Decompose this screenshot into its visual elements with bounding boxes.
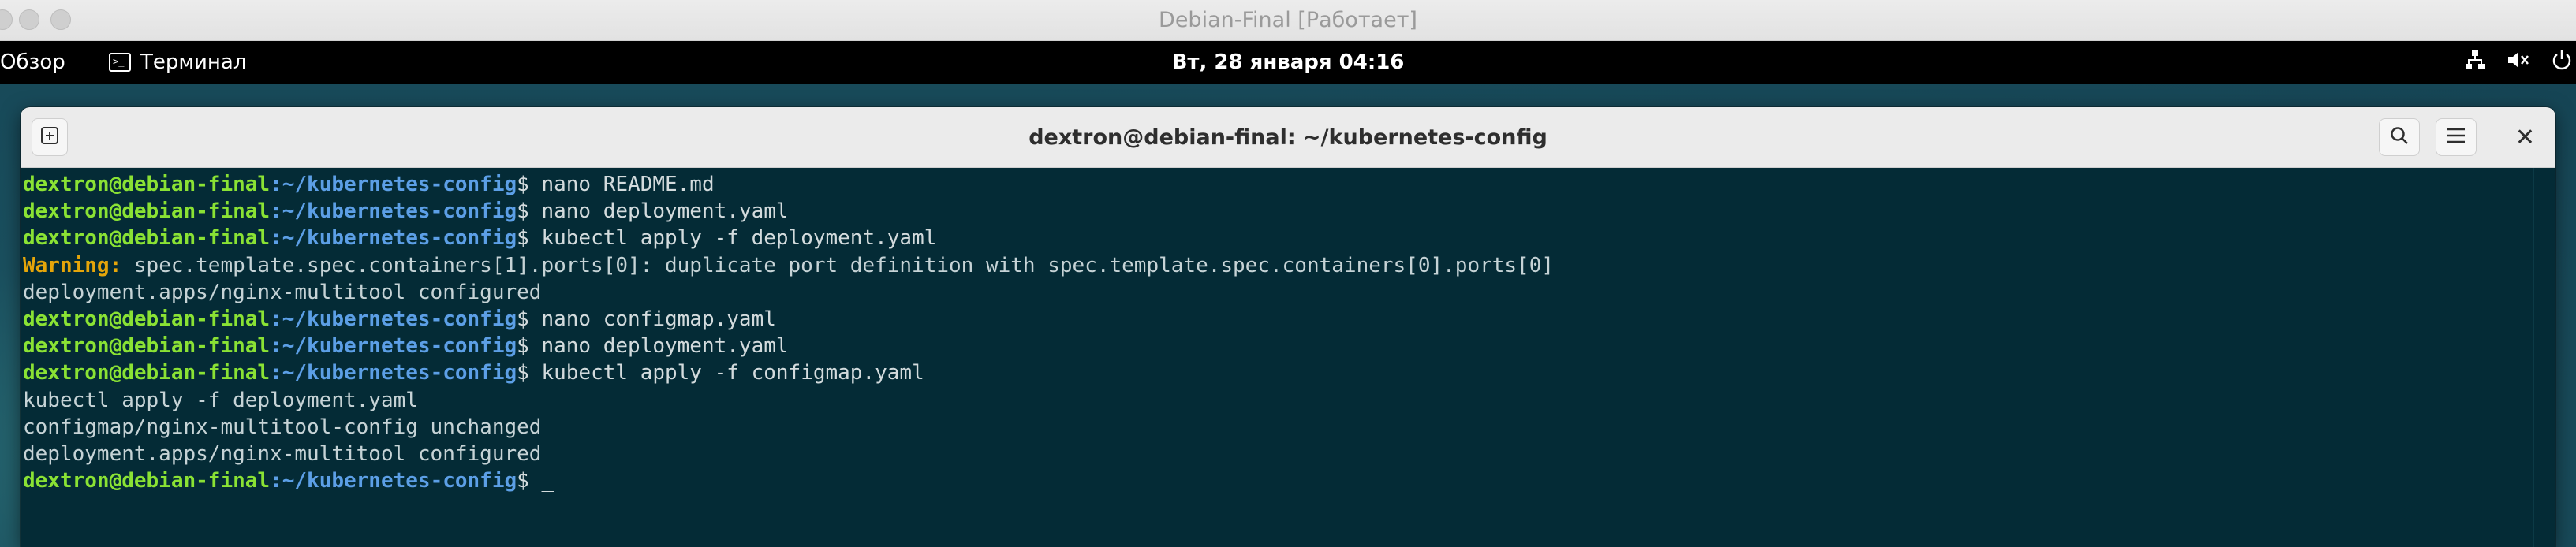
system-tray[interactable] xyxy=(2464,41,2576,84)
terminal-line: dextron@debian-final:~/kubernetes-config… xyxy=(23,333,2533,359)
gnome-top-bar: Обзор >_ Терминал Вт, 28 января 04:16 xyxy=(0,41,2576,84)
prompt-user-host: dextron@debian-final xyxy=(23,307,271,331)
prompt-path: :~/kubernetes-config xyxy=(270,361,517,385)
output-text: configmap/nginx-multitool-config unchang… xyxy=(23,415,542,439)
terminal-line: kubectl apply -f deployment.yaml xyxy=(23,387,2533,414)
warning-label: Warning: xyxy=(23,253,122,277)
power-icon[interactable] xyxy=(2551,49,2573,76)
terminal-line: dextron@debian-final:~/kubernetes-config… xyxy=(23,467,2533,494)
prompt-symbol: $ xyxy=(517,226,542,251)
hamburger-menu-icon xyxy=(2446,127,2466,147)
command-text: nano configmap.yaml xyxy=(541,307,776,331)
terminal-line: dextron@debian-final:~/kubernetes-config… xyxy=(23,171,2533,198)
prompt-user-host: dextron@debian-final xyxy=(23,173,271,196)
prompt-user-host: dextron@debian-final xyxy=(23,469,271,493)
terminal-line: deployment.apps/nginx-multitool configur… xyxy=(23,441,2533,467)
terminal-output[interactable]: dextron@debian-final:~/kubernetes-config… xyxy=(21,168,2533,547)
close-icon: ✕ xyxy=(2514,124,2535,151)
volume-muted-icon[interactable] xyxy=(2507,49,2530,76)
prompt-user-host: dextron@debian-final xyxy=(23,226,271,251)
text-cursor: _ xyxy=(541,469,554,493)
command-text: kubectl apply -f configmap.yaml xyxy=(541,361,924,385)
terminal-line: Warning: spec.template.spec.containers[1… xyxy=(23,252,2533,279)
terminal-line: dextron@debian-final:~/kubernetes-config… xyxy=(23,306,2533,333)
close-button[interactable]: ✕ xyxy=(2515,107,2535,168)
terminal-line: deployment.apps/nginx-multitool configur… xyxy=(23,279,2533,306)
prompt-symbol: $ xyxy=(517,361,542,385)
terminal-line: dextron@debian-final:~/kubernetes-config… xyxy=(23,198,2533,225)
prompt-symbol: $ xyxy=(517,307,542,331)
command-text: kubectl apply -f deployment.yaml xyxy=(541,226,937,251)
output-text: deployment.apps/nginx-multitool configur… xyxy=(23,441,542,466)
search-button[interactable] xyxy=(2379,118,2420,156)
output-text: kubectl apply -f deployment.yaml xyxy=(23,388,418,412)
clock-button[interactable]: Вт, 28 января 04:16 xyxy=(0,41,2576,84)
prompt-path: :~/kubernetes-config xyxy=(270,307,517,331)
menu-button[interactable] xyxy=(2436,118,2477,156)
command-text: nano deployment.yaml xyxy=(541,334,789,359)
prompt-symbol: $ xyxy=(517,469,542,493)
prompt-user-host: dextron@debian-final xyxy=(23,361,271,385)
terminal-line: configmap/nginx-multitool-config unchang… xyxy=(23,414,2533,441)
prompt-symbol: $ xyxy=(517,199,542,224)
prompt-symbol: $ xyxy=(517,173,542,196)
prompt-path: :~/kubernetes-config xyxy=(270,469,517,493)
network-icon[interactable] xyxy=(2464,49,2486,76)
output-text: deployment.apps/nginx-multitool configur… xyxy=(23,280,542,304)
terminal-window: dextron@debian-final: ~/kubernetes-confi… xyxy=(21,107,2555,547)
terminal-line: dextron@debian-final:~/kubernetes-config… xyxy=(23,225,2533,251)
command-text: nano README.md xyxy=(541,173,715,196)
command-text: nano deployment.yaml xyxy=(541,199,789,224)
host-window-title: Debian-Final [Работает] xyxy=(1159,8,1417,32)
prompt-symbol: $ xyxy=(517,334,542,359)
warning-text: spec.template.spec.containers[1].ports[0… xyxy=(121,253,1555,277)
prompt-user-host: dextron@debian-final xyxy=(23,199,271,224)
terminal-header-bar: dextron@debian-final: ~/kubernetes-confi… xyxy=(21,107,2555,168)
prompt-path: :~/kubernetes-config xyxy=(270,226,517,251)
terminal-line: dextron@debian-final:~/kubernetes-config… xyxy=(23,359,2533,386)
search-icon xyxy=(2389,125,2410,149)
prompt-path: :~/kubernetes-config xyxy=(270,173,517,196)
prompt-path: :~/kubernetes-config xyxy=(270,199,517,224)
prompt-user-host: dextron@debian-final xyxy=(23,334,271,359)
terminal-scrollbar[interactable] xyxy=(2533,168,2555,547)
terminal-title: dextron@debian-final: ~/kubernetes-confi… xyxy=(1029,125,1547,150)
host-window-titlebar: Debian-Final [Работает] xyxy=(0,0,2576,41)
prompt-path: :~/kubernetes-config xyxy=(270,334,517,359)
